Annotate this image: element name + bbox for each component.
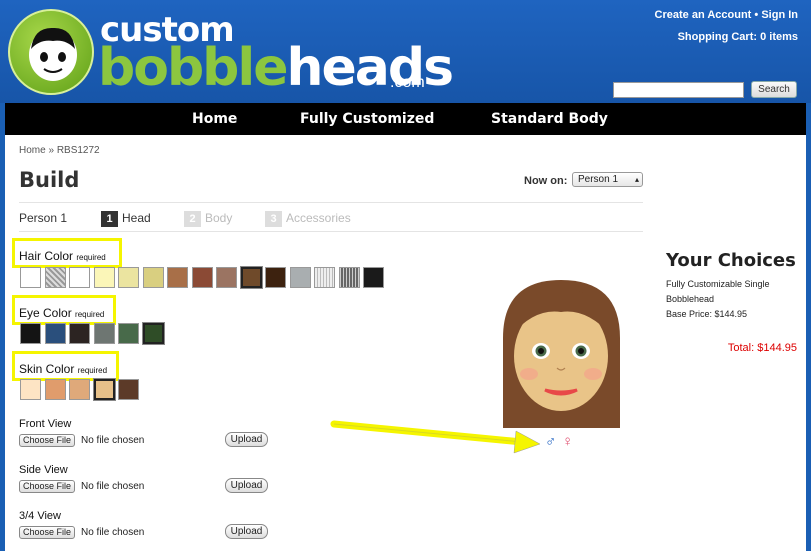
- site-header: custom bobbleheads .com Create an Accoun…: [0, 0, 811, 103]
- breadcrumb-home-link[interactable]: Home: [19, 145, 46, 156]
- main-content: Home » RBS1272 Build Now on: Person 1 ▴ …: [5, 135, 806, 551]
- choice-product: Fully Customizable Single Bobblehead: [666, 279, 770, 304]
- now-on-label: Now on:: [524, 175, 568, 187]
- step-label: Accessories: [286, 211, 351, 225]
- logo-text-heads: heads: [286, 38, 454, 98]
- color-swatch[interactable]: [167, 267, 188, 288]
- color-swatch[interactable]: [118, 323, 139, 344]
- three-quarter-view-label: 3/4 View: [19, 510, 61, 522]
- required-note: required: [77, 366, 108, 375]
- front-view-upload-button[interactable]: Upload: [225, 432, 268, 447]
- color-swatch[interactable]: [289, 267, 311, 288]
- hair-color-swatches: [20, 266, 388, 289]
- breadcrumb-current: RBS1272: [56, 145, 100, 156]
- breadcrumb-separator: »: [48, 145, 55, 156]
- breadcrumb: Home » RBS1272: [19, 145, 100, 156]
- step-accessories[interactable]: 3 Accessories: [265, 211, 351, 227]
- choices-summary: Fully Customizable Single Bobblehead Bas…: [666, 277, 796, 322]
- color-swatch[interactable]: [141, 322, 165, 345]
- hair-color-label: Hair Color required: [19, 249, 106, 263]
- three-quarter-view-upload-button[interactable]: Upload: [225, 524, 268, 539]
- color-swatch[interactable]: [44, 323, 66, 344]
- annotation-arrow: [330, 420, 541, 454]
- color-swatch[interactable]: [314, 267, 335, 288]
- skin-color-title: Skin Color: [19, 362, 75, 376]
- logo-mascot-circle: [8, 9, 94, 95]
- nav-item-fully-customized[interactable]: Fully Customized: [300, 103, 434, 135]
- create-account-link[interactable]: Create an Account: [655, 9, 752, 21]
- step-label: Body: [205, 211, 233, 225]
- color-swatch[interactable]: [44, 379, 66, 400]
- color-swatch[interactable]: [118, 379, 139, 400]
- front-view-file-status: No file chosen: [81, 435, 145, 446]
- step-number: 3: [265, 211, 282, 227]
- color-swatch[interactable]: [338, 267, 360, 288]
- color-swatch[interactable]: [239, 266, 263, 289]
- color-swatch[interactable]: [69, 267, 90, 288]
- color-swatch[interactable]: [20, 323, 41, 344]
- link-separator: •: [754, 9, 759, 21]
- side-view-choose-file-button[interactable]: Choose File: [19, 480, 75, 493]
- color-swatch[interactable]: [44, 267, 66, 288]
- select-arrows-icon: ▴: [634, 175, 639, 184]
- skin-color-label: Skin Color required: [19, 362, 107, 376]
- person-select-value: Person 1: [578, 174, 619, 185]
- front-view-label: Front View: [19, 418, 72, 430]
- color-swatch[interactable]: [93, 267, 115, 288]
- front-view-choose-file-button[interactable]: Choose File: [19, 434, 75, 447]
- build-steps: Person 1 1 Head 2 Body 3 Accessories: [19, 202, 643, 232]
- male-gender-icon[interactable]: ♂: [545, 433, 556, 450]
- color-swatch[interactable]: [93, 323, 115, 344]
- color-swatch[interactable]: [69, 323, 90, 344]
- your-choices-title: Your Choices: [666, 250, 796, 271]
- side-view-label: Side View: [19, 464, 68, 476]
- color-swatch[interactable]: [363, 267, 384, 288]
- account-links: Create an Account • Sign In: [655, 9, 798, 21]
- three-quarter-view-file-status: No file chosen: [81, 527, 145, 538]
- step-number: 2: [184, 211, 201, 227]
- color-swatch[interactable]: [20, 379, 41, 400]
- side-view-file-status: No file chosen: [81, 481, 145, 492]
- shopping-cart-link[interactable]: Shopping Cart: 0 items: [678, 31, 798, 43]
- color-swatch[interactable]: [20, 267, 41, 288]
- site-logo[interactable]: custom bobbleheads .com: [8, 6, 454, 98]
- main-nav: Home Fully Customized Standard Body: [5, 103, 806, 135]
- required-note: required: [76, 253, 106, 262]
- eye-color-title: Eye Color: [19, 306, 72, 320]
- step-person-label: Person 1: [19, 211, 68, 225]
- required-note: required: [75, 310, 105, 319]
- color-swatch[interactable]: [69, 379, 90, 400]
- page-title: Build: [19, 168, 80, 192]
- three-quarter-view-choose-file-button[interactable]: Choose File: [19, 526, 75, 539]
- color-swatch[interactable]: [265, 267, 286, 288]
- choice-base-price: Base Price: $144.95: [666, 309, 748, 319]
- step-number: 1: [101, 211, 118, 227]
- bobblehead-mascot-icon: [29, 27, 77, 81]
- person-select[interactable]: Person 1 ▴: [572, 172, 643, 187]
- logo-text-bobble: bobble: [98, 38, 288, 98]
- side-view-upload-button[interactable]: Upload: [225, 478, 268, 493]
- nav-item-home[interactable]: Home: [192, 103, 237, 135]
- hair-color-title: Hair Color: [19, 249, 74, 263]
- search-input[interactable]: [613, 82, 744, 98]
- eye-color-swatches: [20, 322, 167, 345]
- color-swatch[interactable]: [191, 267, 213, 288]
- color-swatch[interactable]: [142, 267, 164, 288]
- logo-text-com: .com: [390, 74, 425, 91]
- step-head[interactable]: 1 Head: [101, 211, 151, 227]
- nav-item-standard-body[interactable]: Standard Body: [491, 103, 608, 135]
- color-swatch[interactable]: [118, 267, 139, 288]
- skin-color-swatches: [20, 378, 143, 401]
- step-body[interactable]: 2 Body: [184, 211, 232, 227]
- step-label: Head: [122, 211, 151, 225]
- color-swatch[interactable]: [92, 378, 116, 401]
- search-button[interactable]: Search: [751, 81, 797, 98]
- bobblehead-preview: [503, 280, 620, 428]
- female-gender-icon[interactable]: ♀: [562, 433, 573, 450]
- color-swatch[interactable]: [216, 267, 237, 288]
- eye-color-label: Eye Color required: [19, 306, 104, 320]
- total-price: Total: $144.95: [727, 342, 797, 354]
- sign-in-link[interactable]: Sign In: [761, 9, 798, 21]
